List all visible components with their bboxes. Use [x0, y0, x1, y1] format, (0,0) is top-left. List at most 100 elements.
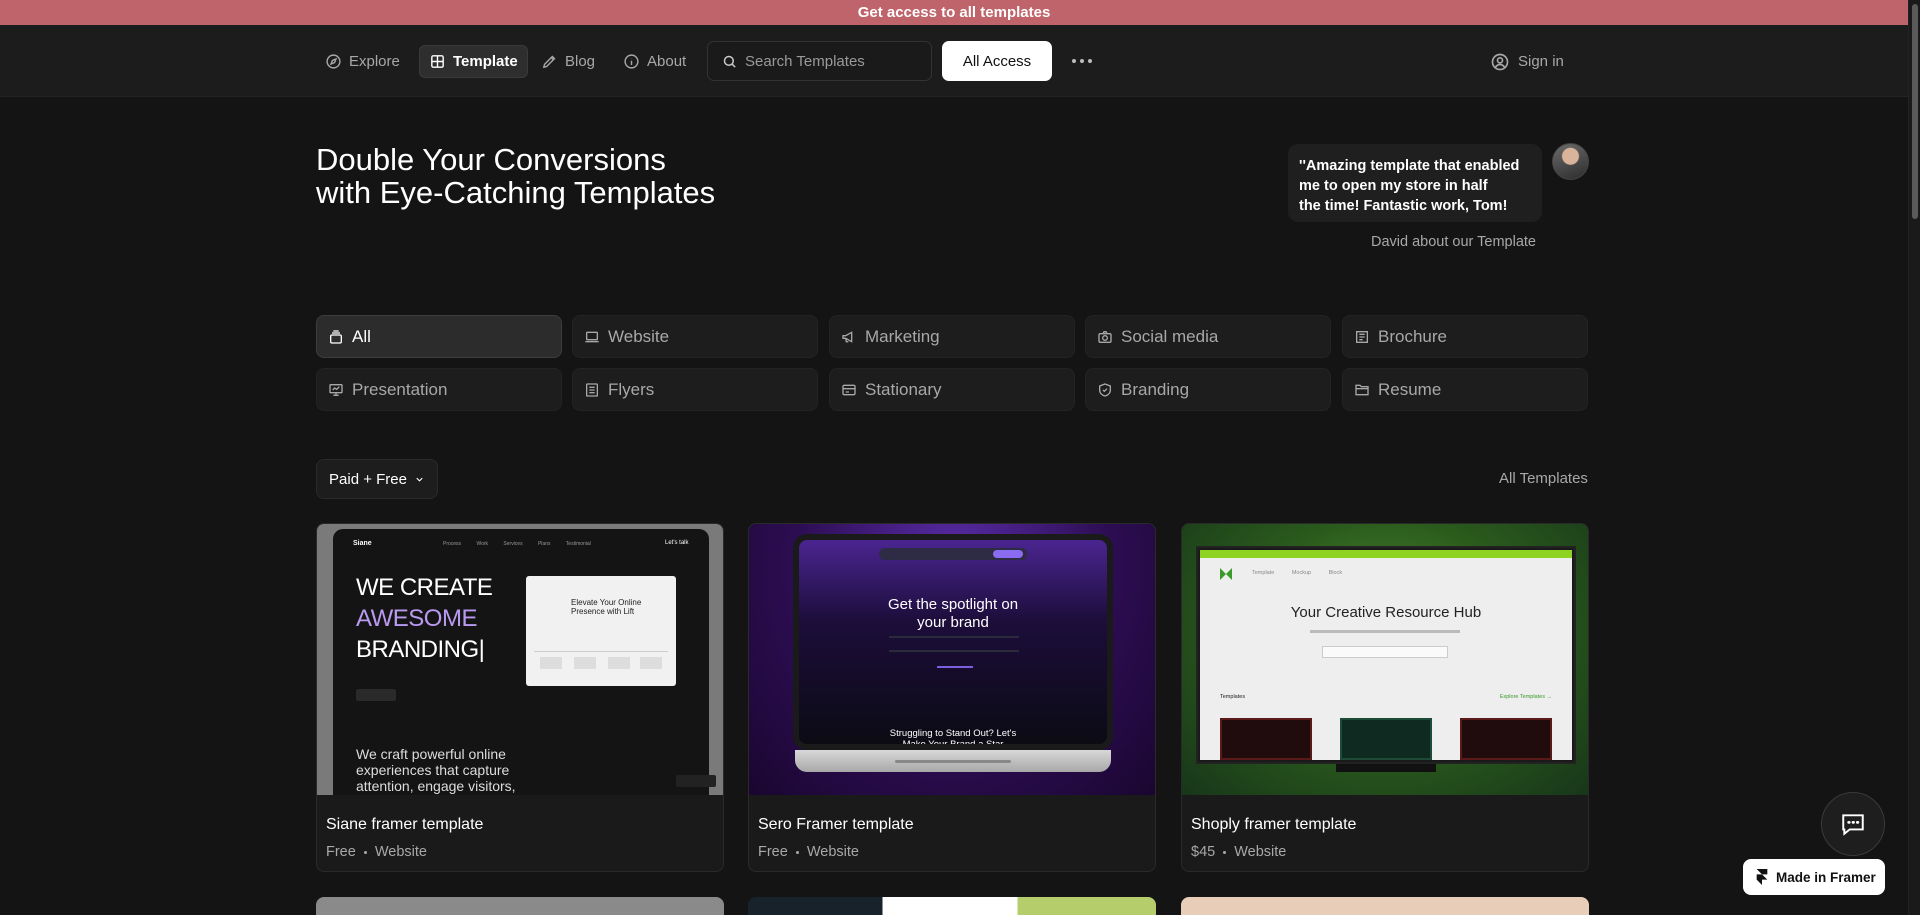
template-card-partial[interactable] [316, 897, 724, 915]
category-presentation[interactable]: Presentation [316, 368, 562, 411]
category-resume[interactable]: Resume [1342, 368, 1588, 411]
chat-icon [1842, 814, 1864, 836]
testimonial-quote: ''Amazing template that enabled me to op… [1288, 144, 1542, 222]
preview-headline: WE CREATE AWESOME BRANDING| [356, 572, 493, 665]
stack-icon [330, 329, 342, 344]
preview-monitor-stand [1336, 764, 1436, 772]
card-meta: Free Website [758, 844, 859, 860]
card-icon [842, 384, 856, 395]
preview-subtext [889, 636, 1019, 652]
shield-icon [1099, 382, 1111, 397]
preview-thumb [1220, 718, 1312, 760]
pen-icon [542, 55, 556, 69]
preview-subtext [1310, 630, 1460, 633]
laptop-icon [585, 331, 599, 342]
category-brochure[interactable]: Brochure [1342, 315, 1588, 358]
banner-text[interactable]: Get access to all templates [858, 4, 1051, 21]
card-price: $45 [1191, 844, 1216, 860]
top-nav: Explore Template Blog About All Access S… [0, 25, 1908, 97]
search-box[interactable] [707, 41, 932, 81]
preview-underline [937, 666, 973, 668]
preview-section-title: Templates [1220, 694, 1246, 700]
scrollbar-thumb[interactable] [1912, 4, 1918, 219]
card-title[interactable]: Shoply framer template [1191, 816, 1356, 834]
preview-headline-3: BRANDING| [356, 636, 485, 663]
template-thumbnail[interactable]: Template Mockup Block Your Creative Reso… [1182, 524, 1588, 795]
category-label-branding: Branding [1121, 379, 1190, 399]
preview-screen: Get the spotlight on your brand Struggli… [799, 540, 1107, 744]
chat-button[interactable] [1821, 792, 1885, 856]
category-label-stationary: Stationary [865, 379, 942, 399]
template-card-shoply[interactable]: Template Mockup Block Your Creative Reso… [1181, 523, 1589, 872]
filter-label: Paid + Free [329, 470, 407, 488]
hero-line-1: Double Your Conversions [316, 142, 666, 177]
template-card-partial[interactable] [1181, 897, 1589, 915]
category-label-brochure: Brochure [1378, 326, 1447, 346]
category-stationary[interactable]: Stationary [829, 368, 1075, 411]
quote-line-1: ''Amazing template that enabled [1299, 158, 1520, 174]
category-branding[interactable]: Branding [1085, 368, 1331, 411]
preview-screen: Siane Process Work Services Plans Testim… [333, 529, 716, 795]
sign-in-link[interactable]: Sign in [1490, 45, 1564, 78]
made-in-framer-label: Made in Framer [1776, 869, 1876, 885]
brochure-icon [1356, 330, 1368, 343]
info-icon [624, 54, 639, 69]
category-all[interactable]: All [316, 315, 562, 358]
separator-dot [795, 850, 799, 854]
preview-thumb [1340, 718, 1432, 760]
preview-headline: Get the spotlight on your brand [887, 596, 1019, 631]
page-scrollbar[interactable] [1908, 0, 1920, 915]
card-price: Free [758, 844, 788, 860]
category-website[interactable]: Website [572, 315, 818, 358]
preview-nav-links: Process Work Services Plans Testimonial [443, 541, 591, 547]
compass-icon [326, 54, 341, 69]
user-icon [1491, 53, 1509, 70]
card-price: Free [326, 844, 356, 860]
card-meta: Free Website [326, 844, 427, 860]
search-input[interactable] [745, 52, 925, 70]
separator-dot [1223, 850, 1227, 854]
framer-logo-icon [1756, 869, 1768, 885]
category-marketing[interactable]: Marketing [829, 315, 1075, 358]
nav-item-template[interactable]: Template [419, 45, 528, 78]
category-label-website: Website [608, 326, 670, 346]
preview-nav-links: Template Mockup Block [1252, 570, 1343, 576]
card-title[interactable]: Sero Framer template [758, 816, 914, 834]
all-access-button[interactable]: All Access [942, 41, 1052, 81]
card-type: Website [1234, 844, 1287, 860]
top-banner[interactable]: Get access to all templates [0, 0, 1908, 25]
more-menu-icon[interactable] [1068, 49, 1096, 73]
template-card-siane[interactable]: Siane Process Work Services Plans Testim… [316, 523, 724, 872]
avatar [1552, 143, 1589, 180]
preview-screen: Template Mockup Block Your Creative Reso… [1200, 550, 1572, 760]
preview-panel: Elevate Your Online Presence with Lift [526, 576, 676, 686]
template-card-sero[interactable]: Get the spotlight on your brand Struggli… [748, 523, 1156, 872]
separator-dot [363, 850, 367, 854]
search-icon [723, 55, 736, 68]
hero-headline: Double Your Conversions with Eye-Catchin… [316, 143, 715, 209]
card-title[interactable]: Siane framer template [326, 816, 483, 834]
category-label-social-media: Social media [1121, 326, 1219, 346]
category-flyers[interactable]: Flyers [572, 368, 818, 411]
nav-item-blog[interactable]: Blog [532, 45, 604, 78]
megaphone-icon [842, 330, 853, 343]
template-thumbnail[interactable]: Siane Process Work Services Plans Testim… [317, 524, 723, 795]
preview-subheadline: Struggling to Stand Out? Let's Make Your… [889, 728, 1017, 744]
preview-logo: Siane [353, 540, 372, 547]
price-filter-dropdown[interactable]: Paid + Free [316, 459, 438, 499]
nav-label-explore: Explore [349, 53, 400, 70]
category-social-media[interactable]: Social media [1085, 315, 1331, 358]
all-templates-link[interactable]: All Templates [1499, 470, 1588, 487]
made-in-framer-badge[interactable]: Made in Framer [1743, 859, 1885, 895]
template-thumbnail[interactable]: Get the spotlight on your brand Struggli… [749, 524, 1155, 795]
quote-author: David about our Template [1371, 234, 1536, 250]
preview-headline-2: AWESOME [356, 605, 477, 632]
template-card-partial[interactable] [748, 897, 1156, 915]
preview-monitor: Template Mockup Block Your Creative Reso… [1196, 546, 1576, 764]
quote-line-3: the time! Fantastic work, Tom! [1299, 198, 1508, 214]
nav-item-explore[interactable]: Explore [316, 45, 409, 78]
preview-nav-pill [879, 548, 1027, 560]
category-label-resume: Resume [1378, 379, 1442, 399]
nav-item-about[interactable]: About [614, 45, 695, 78]
presentation-icon [329, 383, 343, 396]
